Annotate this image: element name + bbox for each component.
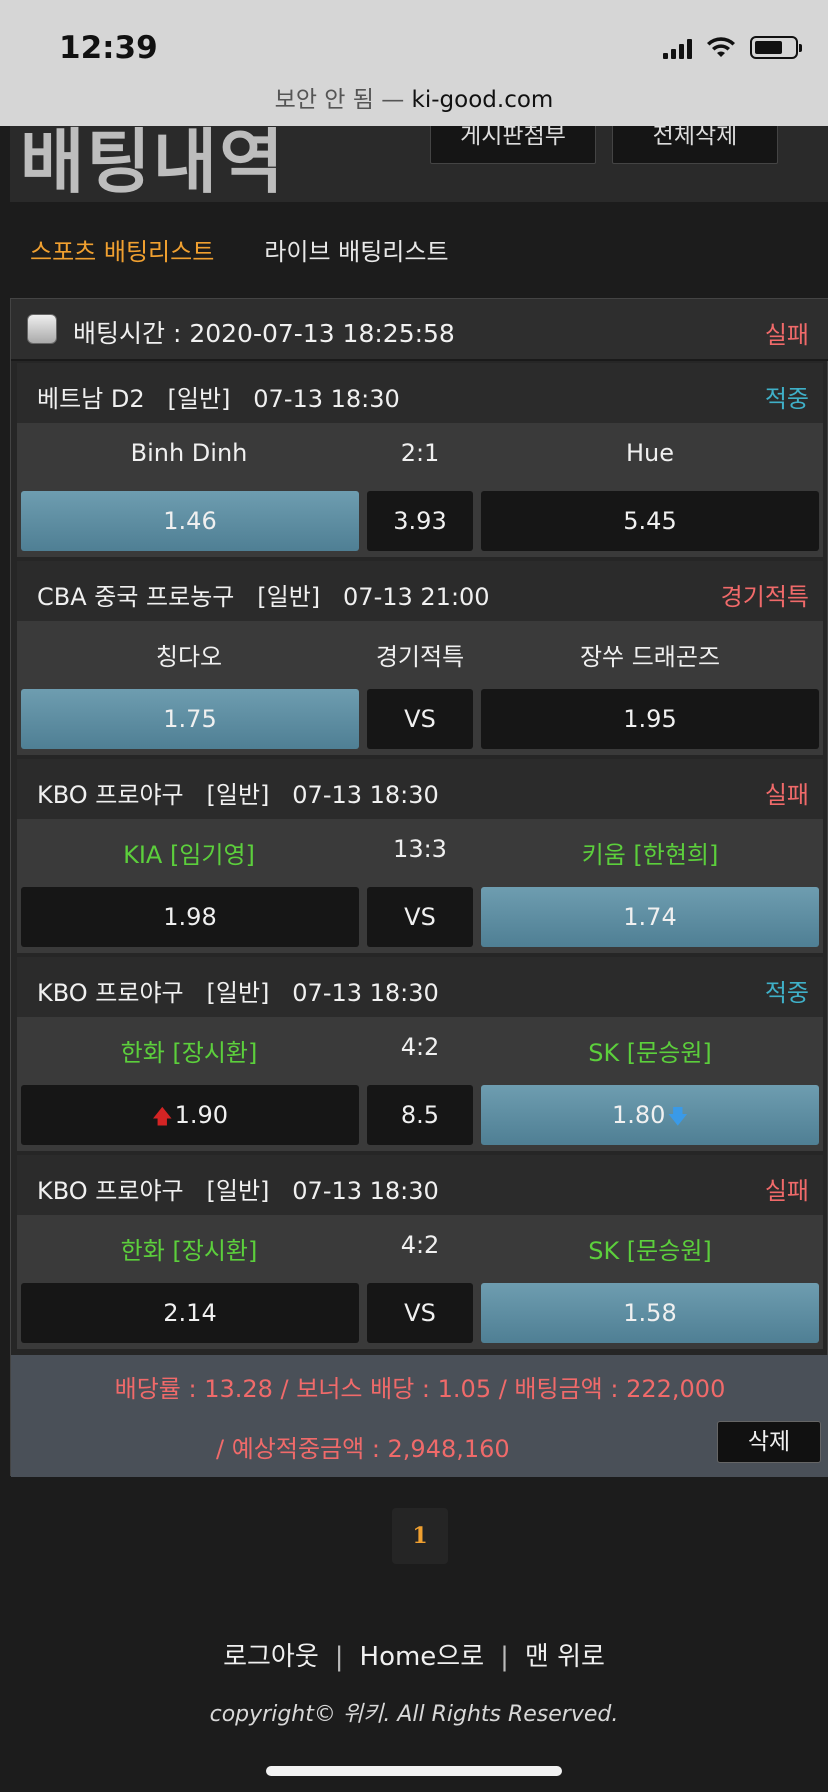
- home-odds-button[interactable]: 1.98: [21, 887, 359, 947]
- home-odds-value: 1.90: [174, 1101, 228, 1129]
- address-bar[interactable]: 보안 안 됨 — ki-good.com: [0, 80, 828, 114]
- battery-icon: [750, 36, 802, 59]
- away-team: SK [문승원]: [588, 1237, 712, 1265]
- odds-bonus-amount: 배당률 : 13.28 / 보너스 배당 : 1.05 / 배팅금액 : 222…: [114, 1375, 726, 1403]
- odds-row: 1.75 VS 1.95: [17, 683, 823, 755]
- tab-sports-bet-list[interactable]: 스포츠 배팅리스트: [30, 232, 214, 267]
- bet-select-checkbox[interactable]: [27, 314, 57, 344]
- wifi-icon: [707, 37, 735, 57]
- league-info: KBO 프로야구 [일반] 07-13 18:30: [37, 1177, 439, 1205]
- tab-live-bet-list[interactable]: 라이브 배팅리스트: [264, 232, 448, 267]
- odds-up-arrow-icon: 🡅: [152, 1104, 173, 1128]
- vs-label: VS: [367, 1283, 473, 1343]
- list-tabs: 스포츠 배팅리스트 라이브 배팅리스트: [30, 232, 449, 267]
- bet-slip-panel: 배팅시간 : 2020-07-13 18:25:58 실패 베트남 D2 [일반…: [10, 298, 828, 1477]
- team-names-row: 칭다오 경기적특 장쑤 드래곤즈: [17, 621, 823, 683]
- team-names-row: 한화 [장시환] 4:2 SK [문승원]: [17, 1017, 823, 1079]
- home-odds-button[interactable]: 1.75: [21, 689, 359, 749]
- expected-payout: / 예상적중금액 : 2,948,160: [216, 1435, 510, 1463]
- game-result-status: 적중: [764, 979, 809, 1007]
- logout-link[interactable]: 로그아웃: [223, 1642, 319, 1672]
- score: 경기적특: [375, 643, 465, 671]
- bet-result-status: 실패: [764, 321, 809, 349]
- home-team: 한화 [장시환]: [120, 1237, 258, 1265]
- away-team: SK [문승원]: [588, 1039, 712, 1067]
- game-result-status: 실패: [764, 1177, 809, 1205]
- security-warning: 보안 안 됨 —: [274, 87, 412, 113]
- clock: 12:39: [59, 30, 158, 66]
- away-odds-value: 1.80: [612, 1101, 666, 1129]
- home-odds-button[interactable]: 🡅1.90: [21, 1085, 359, 1145]
- bet-time: 배팅시간 : 2020-07-13 18:25:58: [73, 319, 455, 348]
- home-team: Binh Dinh: [130, 439, 248, 467]
- home-team: KIA [임기영]: [123, 841, 255, 869]
- score: 13:3: [393, 835, 447, 863]
- odds-row: 1.98 VS 1.74: [17, 881, 823, 953]
- home-team: 칭다오: [155, 643, 223, 671]
- game-row: CBA 중국 프로농구 [일반] 07-13 21:00 경기적특 칭다오 경기…: [17, 561, 823, 755]
- home-link[interactable]: Home으로: [360, 1642, 485, 1672]
- score: 2:1: [400, 439, 440, 467]
- game-header: KBO 프로야구 [일반] 07-13 18:30 실패: [17, 1155, 823, 1215]
- game-header: CBA 중국 프로농구 [일반] 07-13 21:00 경기적특: [17, 561, 823, 621]
- home-odds-button[interactable]: 1.46: [21, 491, 359, 551]
- game-row: KBO 프로야구 [일반] 07-13 18:30 실패 KIA [임기영] 1…: [17, 759, 823, 953]
- away-team: Hue: [625, 439, 675, 467]
- draw-odds-button[interactable]: 3.93: [367, 491, 473, 551]
- away-odds-button[interactable]: 1.58: [481, 1283, 819, 1343]
- game-row: KBO 프로야구 [일반] 07-13 18:30 적중 한화 [장시환] 4:…: [17, 957, 823, 1151]
- scroll-top-link[interactable]: 맨 위로: [525, 1642, 605, 1672]
- separator: |: [334, 1642, 344, 1672]
- score: 4:2: [400, 1231, 440, 1259]
- odds-row: 1.46 3.93 5.45: [17, 485, 823, 557]
- game-header: KBO 프로야구 [일반] 07-13 18:30 적중: [17, 957, 823, 1017]
- url-domain: ki-good.com: [411, 87, 554, 113]
- delete-bet-button[interactable]: 삭제: [717, 1421, 821, 1463]
- league-info: KBO 프로야구 [일반] 07-13 18:30: [37, 979, 439, 1007]
- page-header: 배팅내역 게시판첨부 전체삭제: [10, 116, 828, 203]
- status-icons: [663, 36, 802, 59]
- team-names-row: KIA [임기영] 13:3 키움 [한현희]: [17, 819, 823, 881]
- footer-links: 로그아웃 | Home으로 | 맨 위로: [0, 1636, 828, 1673]
- game-result-status: 경기적특: [720, 583, 809, 611]
- league-info: 베트남 D2 [일반] 07-13 18:30: [37, 385, 400, 413]
- game-row: 베트남 D2 [일반] 07-13 18:30 적중 Binh Dinh 2:1…: [17, 363, 823, 557]
- away-odds-button[interactable]: 5.45: [481, 491, 819, 551]
- vs-label: VS: [367, 887, 473, 947]
- home-odds-button[interactable]: 2.14: [21, 1283, 359, 1343]
- home-indicator[interactable]: [266, 1766, 562, 1776]
- away-team: 키움 [한현희]: [581, 841, 719, 869]
- bet-slip-header: 배팅시간 : 2020-07-13 18:25:58 실패: [11, 299, 828, 361]
- league-info: KBO 프로야구 [일반] 07-13 18:30: [37, 781, 439, 809]
- league-info: CBA 중국 프로농구 [일반] 07-13 21:00: [37, 583, 490, 611]
- game-result-status: 실패: [764, 781, 809, 809]
- handicap-score: 4:2: [400, 1033, 440, 1061]
- game-header: KBO 프로야구 [일반] 07-13 18:30 실패: [17, 759, 823, 819]
- ios-status-bar: 12:39 보안 안 됨 — ki-good.com: [0, 0, 828, 126]
- team-names-row: Binh Dinh 2:1 Hue: [17, 423, 823, 485]
- handicap-line: 8.5: [367, 1085, 473, 1145]
- game-header: 베트남 D2 [일반] 07-13 18:30 적중: [17, 363, 823, 423]
- odds-row: 2.14 VS 1.58: [17, 1277, 823, 1349]
- odds-row: 🡅1.90 8.5 1.80 🡇: [17, 1079, 823, 1151]
- team-names-row: 한화 [장시환] 4:2 SK [문승원]: [17, 1215, 823, 1277]
- game-row: KBO 프로야구 [일반] 07-13 18:30 실패 한화 [장시환] 4:…: [17, 1155, 823, 1349]
- away-team: 장쑤 드래곤즈: [579, 643, 721, 671]
- copyright: copyright© 위키. All Rights Reserved.: [209, 1702, 619, 1727]
- cellular-signal-icon: [663, 39, 692, 59]
- home-team: 한화 [장시환]: [120, 1039, 258, 1067]
- away-odds-button[interactable]: 1.95: [481, 689, 819, 749]
- game-result-status: 적중: [764, 385, 809, 413]
- page-number-current[interactable]: 1: [392, 1508, 448, 1564]
- away-odds-button[interactable]: 1.80 🡇: [481, 1085, 819, 1145]
- vs-label: VS: [367, 689, 473, 749]
- odds-down-arrow-icon: 🡇: [667, 1104, 688, 1128]
- away-odds-button[interactable]: 1.74: [481, 887, 819, 947]
- separator: |: [500, 1642, 509, 1672]
- bet-summary: 배당률 : 13.28 / 보너스 배당 : 1.05 / 배팅금액 : 222…: [11, 1355, 828, 1477]
